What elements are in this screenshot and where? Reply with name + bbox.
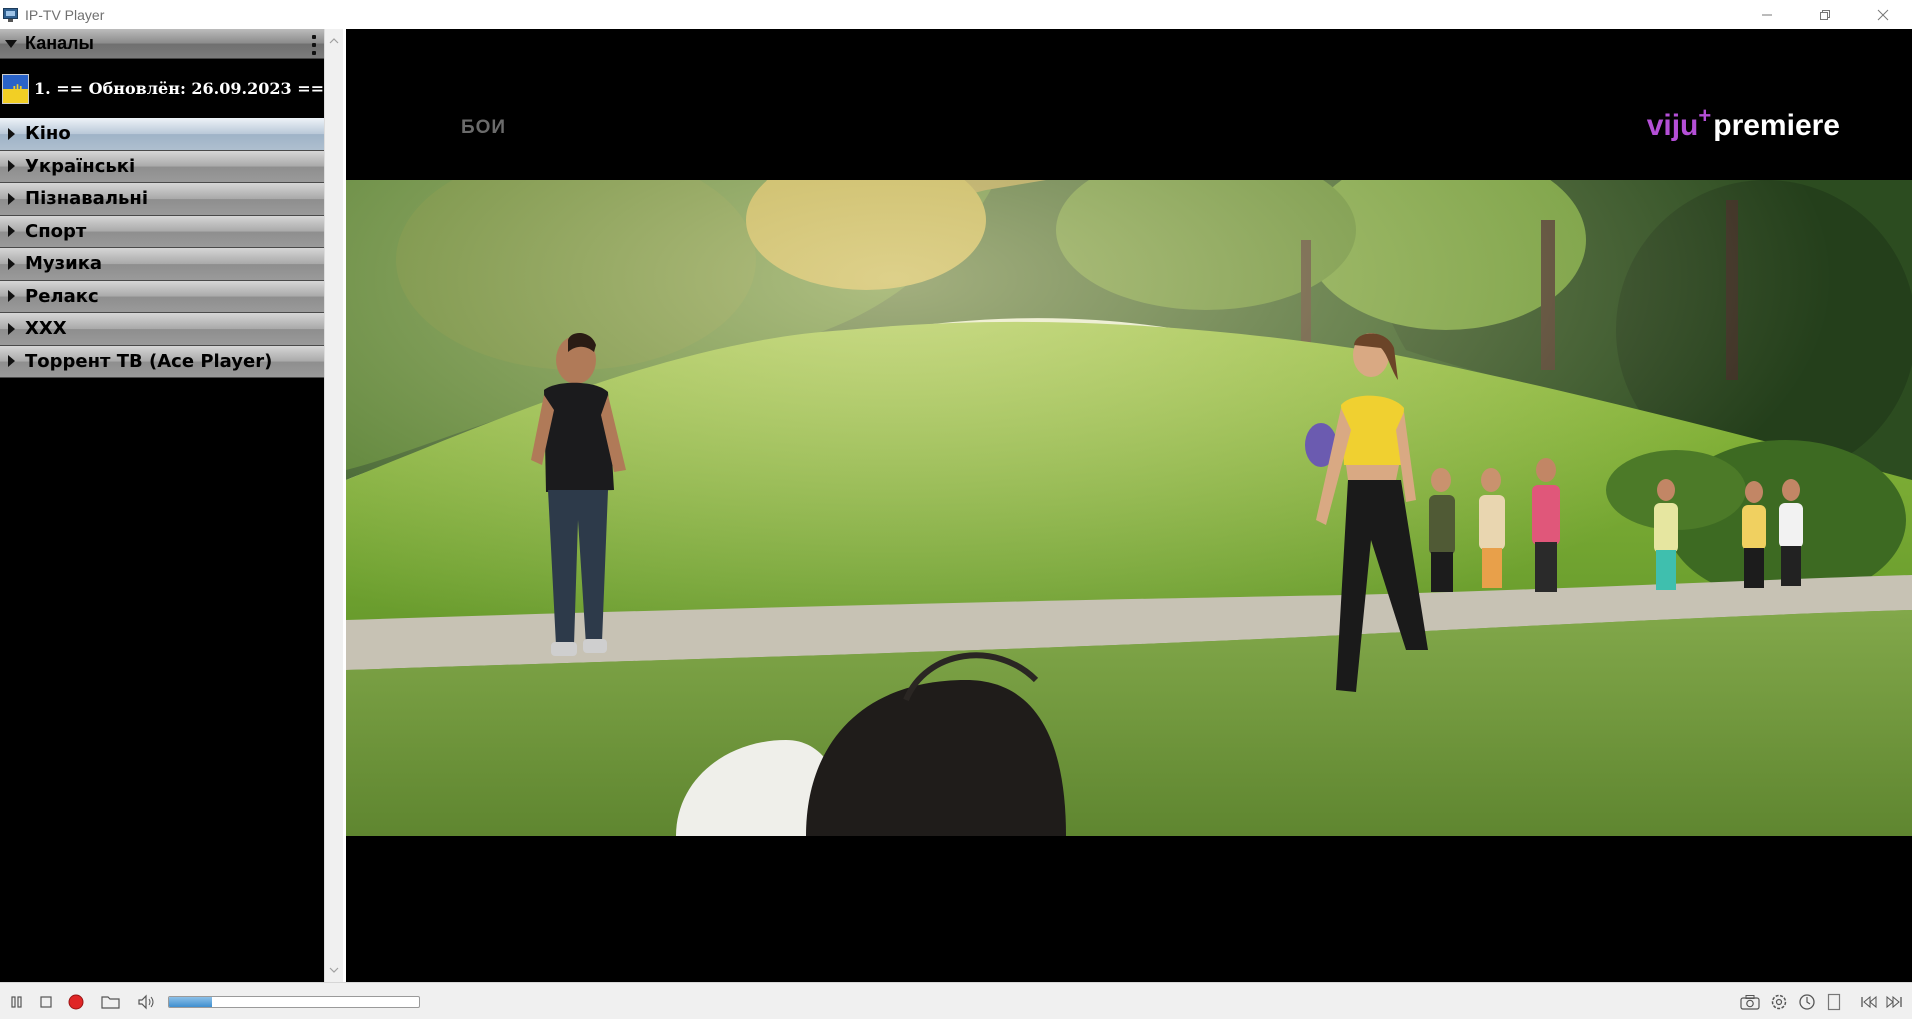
logo-plus-text: + <box>1698 103 1712 128</box>
ukraine-flag-icon: ψ <box>2 73 29 104</box>
next-icon <box>1886 995 1902 1009</box>
category-list: Кіно Українські Пізнавальні Спорт Музика… <box>0 118 324 378</box>
volume-slider[interactable] <box>168 996 420 1008</box>
video-frame <box>346 180 1912 836</box>
next-channel-button[interactable] <box>1884 992 1904 1012</box>
caret-right-icon <box>8 355 15 368</box>
record-icon <box>68 994 84 1010</box>
channel-sidebar: Каналы ψ 1. == Обновлён: 26.09.2023 == К… <box>0 29 324 982</box>
logo-viju-text: viju <box>1646 109 1699 142</box>
prev-icon <box>1861 995 1877 1009</box>
camera-icon <box>1740 995 1760 1010</box>
volume-slider-fill <box>169 997 212 1007</box>
category-item-music[interactable]: Музика <box>0 248 324 281</box>
previous-channel-button[interactable] <box>1859 992 1879 1012</box>
channels-header[interactable]: Каналы <box>0 29 324 59</box>
category-item-sport[interactable]: Спорт <box>0 215 324 248</box>
tv-app-icon <box>2 7 19 22</box>
scroll-up-button[interactable] <box>325 32 343 50</box>
open-folder-icon <box>101 996 120 1009</box>
chevron-down-icon <box>329 967 339 973</box>
category-label: XXX <box>25 318 67 340</box>
clock-icon <box>1799 994 1815 1010</box>
category-label: Українські <box>25 155 136 177</box>
close-icon <box>1877 9 1889 20</box>
playback-controls <box>0 982 1912 1019</box>
caret-right-icon <box>8 160 15 173</box>
restore-button[interactable] <box>1796 0 1854 29</box>
caret-right-icon <box>8 322 15 335</box>
channel-logo: viju + premiere <box>1646 103 1840 143</box>
video-viewport[interactable]: БОИ viju + premiere <box>346 29 1912 982</box>
title-bar: IP-TV Player <box>0 0 1912 29</box>
minimize-icon <box>1762 14 1772 15</box>
settings-button[interactable] <box>1769 992 1789 1012</box>
scroll-down-button[interactable] <box>325 961 343 979</box>
current-channel-item[interactable]: ψ 1. == Обновлён: 26.09.2023 == <box>0 60 324 117</box>
caret-right-icon <box>8 127 15 140</box>
stop-button[interactable] <box>36 992 56 1012</box>
caret-right-icon <box>8 290 15 303</box>
category-item-kino[interactable]: Кіно <box>0 118 324 151</box>
category-label: Кіно <box>25 123 71 145</box>
category-label: Торрент ТВ (Ace Player) <box>25 350 273 372</box>
window-title: IP-TV Player <box>25 6 105 23</box>
category-item-educational[interactable]: Пізнавальні <box>0 183 324 216</box>
open-file-button[interactable] <box>101 992 121 1012</box>
video-scene-image <box>346 180 1912 836</box>
settings-icon <box>1771 994 1787 1010</box>
kebab-menu-icon[interactable] <box>312 35 316 55</box>
chevron-up-icon <box>329 38 339 44</box>
category-label: Спорт <box>25 220 87 242</box>
record-button[interactable] <box>66 992 86 1012</box>
pause-icon <box>11 996 22 1008</box>
caret-right-icon <box>8 257 15 270</box>
logo-premiere-text: premiere <box>1713 109 1840 142</box>
current-channel-label: 1. == Обновлён: 26.09.2023 == <box>34 79 324 98</box>
category-label: Музика <box>25 253 103 275</box>
sidebar-scrollbar[interactable] <box>324 29 343 982</box>
caret-right-icon <box>8 192 15 205</box>
caret-down-icon <box>5 39 17 48</box>
category-item-relax[interactable]: Релакс <box>0 280 324 313</box>
channels-header-label: Каналы <box>25 33 94 53</box>
category-item-ukrainian[interactable]: Українські <box>0 150 324 183</box>
category-item-xxx[interactable]: XXX <box>0 313 324 346</box>
category-item-torrent-tv[interactable]: Торрент ТВ (Ace Player) <box>0 345 324 378</box>
stop-icon <box>40 996 52 1008</box>
category-label: Пізнавальні <box>25 188 148 210</box>
volume-button[interactable] <box>137 992 157 1012</box>
category-label: Релакс <box>25 285 99 307</box>
close-button[interactable] <box>1854 0 1912 29</box>
minimize-button[interactable] <box>1738 0 1796 29</box>
schedule-button[interactable] <box>1797 992 1817 1012</box>
snapshot-button[interactable] <box>1740 992 1760 1012</box>
pause-button[interactable] <box>7 992 27 1012</box>
fullscreen-icon <box>1827 993 1841 1011</box>
volume-icon <box>138 994 154 1010</box>
caret-right-icon <box>8 225 15 238</box>
channel-bug-text: БОИ <box>461 117 507 138</box>
restore-icon <box>1820 9 1830 20</box>
fullscreen-button[interactable] <box>1824 992 1844 1012</box>
